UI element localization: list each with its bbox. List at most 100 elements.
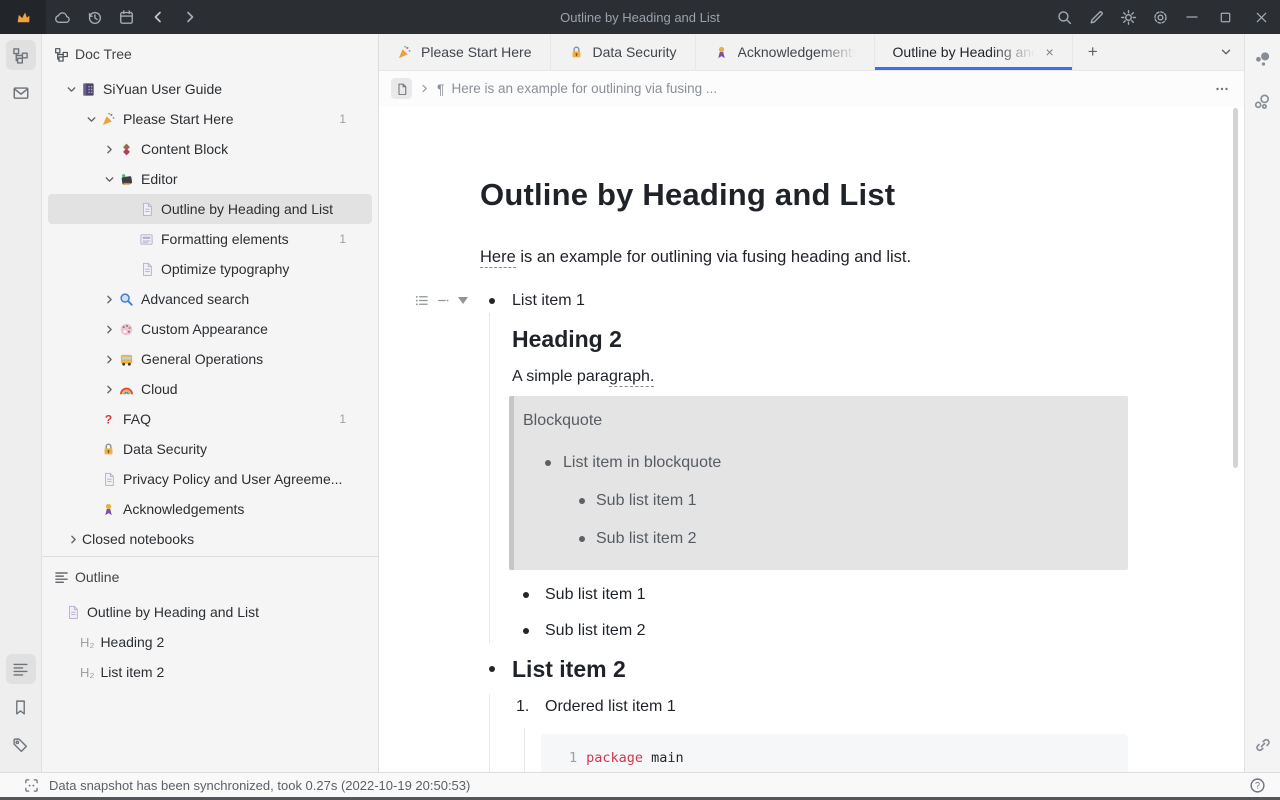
tab-close-icon[interactable]: × xyxy=(1046,44,1054,60)
app-window: Outline by Heading and List xyxy=(0,0,1280,800)
dock-outline-button[interactable] xyxy=(6,654,36,684)
dock-inbox-button[interactable] xyxy=(6,78,36,108)
daily-note-button[interactable] xyxy=(110,0,142,34)
chevron-right-icon[interactable] xyxy=(67,533,80,546)
outline-title: Outline xyxy=(75,569,119,585)
chevron-down-icon[interactable] xyxy=(85,113,98,126)
outline-item-list-item-2[interactable]: H₂ List item 2 xyxy=(48,657,372,687)
doctree-item-data-security[interactable]: Data Security xyxy=(48,434,372,464)
code-block[interactable]: 1package main xyxy=(541,734,1128,772)
dock-global-graph-button[interactable] xyxy=(1248,86,1278,116)
block-ref-link[interactable]: graph. xyxy=(609,368,654,387)
tab-outline-by-heading-and-list[interactable]: Outline by Heading and List × xyxy=(875,34,1073,70)
question-mark-icon: ? xyxy=(101,412,116,427)
breadcrumb-more-button[interactable] xyxy=(1214,81,1230,97)
chevron-right-icon[interactable] xyxy=(103,293,116,306)
pencil-icon xyxy=(1088,9,1105,26)
blockquote-sub-item: Sub list item 2 xyxy=(523,528,1112,550)
lock-with-key-icon xyxy=(569,45,584,60)
dock-tag-button[interactable] xyxy=(6,730,36,760)
magnifier-icon xyxy=(119,292,134,307)
doctree-item-please-start-here[interactable]: Please Start Here 1 xyxy=(48,104,372,134)
new-tab-button[interactable]: + xyxy=(1073,34,1113,70)
doctree-item-cloud[interactable]: Cloud xyxy=(48,374,372,404)
chevron-right-icon[interactable] xyxy=(103,383,116,396)
chevron-down-icon[interactable] xyxy=(103,173,116,186)
doctree-item-editor[interactable]: Editor xyxy=(48,164,372,194)
status-bar: Data snapshot has been synchronized, too… xyxy=(0,772,1280,797)
doctree-item-general-operations[interactable]: General Operations xyxy=(48,344,372,374)
doctree-item-advanced-search[interactable]: Advanced search xyxy=(48,284,372,314)
breadcrumb-doc-button[interactable] xyxy=(391,78,412,99)
siyuan-logo-button[interactable] xyxy=(0,0,46,34)
chevron-right-icon[interactable] xyxy=(103,143,116,156)
doctree-item-faq[interactable]: ? FAQ 1 xyxy=(48,404,372,434)
edit-mode-button[interactable] xyxy=(1080,0,1112,34)
dock-bookmark-button[interactable] xyxy=(6,692,36,722)
tab-acknowledgements[interactable]: Acknowledgements xyxy=(696,34,875,70)
mail-icon xyxy=(12,84,30,102)
outline-item-doc[interactable]: Outline by Heading and List xyxy=(48,597,372,627)
doctree-item-outline-by-heading-and-list[interactable]: Outline by Heading and List xyxy=(48,194,372,224)
status-message: Data snapshot has been synchronized, too… xyxy=(49,778,470,793)
right-dock xyxy=(1244,34,1280,772)
document-icon xyxy=(396,83,408,95)
list-item-1[interactable]: List item 1 xyxy=(480,290,1128,312)
document-icon xyxy=(140,202,154,216)
global-search-button[interactable] xyxy=(1048,0,1080,34)
minimize-button[interactable] xyxy=(1176,0,1208,34)
maximize-button[interactable] xyxy=(1208,0,1242,34)
chevron-right-icon[interactable] xyxy=(103,323,116,336)
document-icon xyxy=(140,262,154,276)
doctree-item-optimize-typography[interactable]: Optimize typography xyxy=(48,254,372,284)
doctree-item-content-block[interactable]: Content Block xyxy=(48,134,372,164)
outline-header: Outline xyxy=(42,563,378,591)
tab-overflow-button[interactable] xyxy=(1208,34,1244,70)
list-item-icon[interactable] xyxy=(437,294,450,307)
list-type-icon[interactable] xyxy=(414,293,429,308)
sync-button[interactable] xyxy=(46,0,78,34)
editor-scrollbar[interactable] xyxy=(1233,108,1238,468)
outline-icon xyxy=(12,661,29,678)
dock-backlinks-button[interactable] xyxy=(1248,730,1278,760)
history-button[interactable] xyxy=(78,0,110,34)
party-popper-icon xyxy=(397,45,412,60)
paragraph-icon: ¶ xyxy=(437,81,445,97)
tab-please-start-here[interactable]: Please Start Here xyxy=(379,34,551,70)
code-keyword: package xyxy=(586,750,643,766)
settings-button[interactable] xyxy=(1144,0,1176,34)
dock-graph-button[interactable] xyxy=(1248,44,1278,74)
heading-2: Heading 2 xyxy=(480,324,1128,354)
doctree-item-formatting-elements[interactable]: Formatting elements 1 xyxy=(48,224,372,254)
maximize-icon xyxy=(1218,10,1233,25)
minimize-icon xyxy=(1184,9,1200,25)
chevron-right-icon[interactable] xyxy=(103,353,116,366)
collapse-arrow-icon[interactable] xyxy=(458,297,468,304)
outline-panel: Outline Outline by Heading and List H₂ H… xyxy=(42,557,378,772)
doctree-item-privacy-policy[interactable]: Privacy Policy and User Agreeme... xyxy=(48,464,372,494)
doctree-item-acknowledgements[interactable]: Acknowledgements xyxy=(48,494,372,524)
more-icon xyxy=(1214,81,1230,97)
doctree-item-custom-appearance[interactable]: Custom Appearance xyxy=(48,314,372,344)
chevron-right-icon xyxy=(182,9,198,25)
document-content[interactable]: Outline by Heading and List Here is an e… xyxy=(480,106,1128,772)
doc-tree-icon xyxy=(12,47,29,64)
tab-data-security[interactable]: Data Security xyxy=(551,34,696,70)
editor[interactable]: Outline by Heading and List Here is an e… xyxy=(379,106,1244,772)
back-button[interactable] xyxy=(142,0,174,34)
forward-button[interactable] xyxy=(174,0,206,34)
gear-icon xyxy=(1152,9,1169,26)
help-button[interactable]: ? xyxy=(1249,777,1266,794)
dock-doc-tree-button[interactable] xyxy=(6,40,36,70)
doctree-item-closed-notebooks[interactable]: Closed notebooks xyxy=(48,524,372,554)
block-ref-link[interactable]: Here xyxy=(480,248,516,268)
close-button[interactable] xyxy=(1242,0,1280,34)
outline-item-heading-2[interactable]: H₂ Heading 2 xyxy=(48,627,372,657)
breadcrumb-text[interactable]: Here is an example for outlining via fus… xyxy=(452,81,718,96)
blockquote[interactable]: Blockquote List item in blockquote Sub l… xyxy=(509,396,1128,570)
doctree-item-siyuan-user-guide[interactable]: SiYuan User Guide xyxy=(48,74,372,104)
chevron-down-icon[interactable] xyxy=(65,83,78,96)
theme-button[interactable] xyxy=(1112,0,1144,34)
blockquote-sub-item: Sub list item 1 xyxy=(523,490,1112,512)
tag-icon xyxy=(12,737,29,754)
